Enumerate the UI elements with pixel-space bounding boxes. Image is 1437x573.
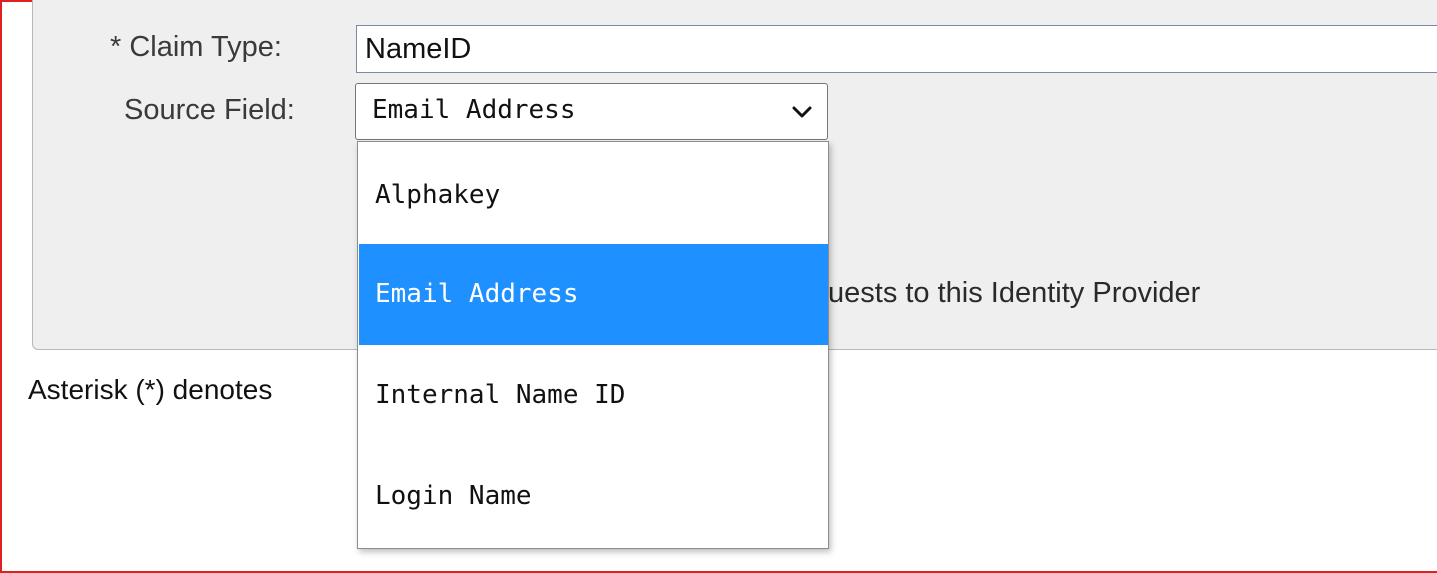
source-field-dropdown-list: Alphakey Email Address Internal Name ID … (357, 141, 829, 549)
dropdown-option-login-name[interactable]: Login Name (359, 446, 828, 547)
claim-type-label: * Claim Type: (110, 31, 282, 63)
dropdown-option-internal-name-id[interactable]: Internal Name ID (359, 345, 828, 446)
screenshot-frame: * Claim Type: Source Field: Email Addres… (0, 0, 1437, 573)
source-field-selected-value: Email Address (372, 95, 576, 125)
dropdown-option-alphakey[interactable]: Alphakey (359, 145, 828, 246)
send-requests-text: uests to this Identity Provider (828, 277, 1201, 309)
source-field-select[interactable]: Email Address (355, 83, 828, 140)
dropdown-option-email-address[interactable]: Email Address (359, 244, 828, 345)
chevron-down-icon (792, 106, 812, 118)
required-fields-note: Asterisk (*) denotes (28, 374, 273, 405)
claim-type-input[interactable] (356, 25, 1437, 73)
source-field-label: Source Field: (124, 94, 295, 126)
